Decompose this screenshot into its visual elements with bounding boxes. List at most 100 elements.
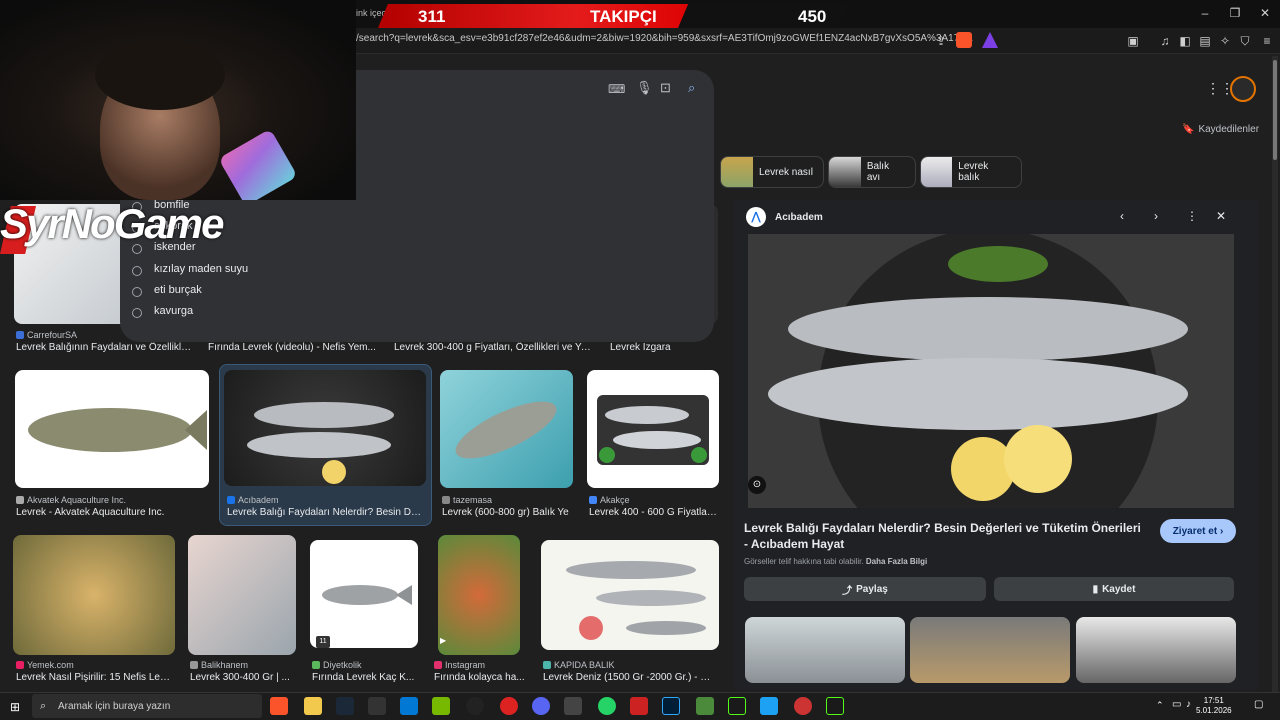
bookmark-icon: 🔖: [1182, 124, 1195, 135]
result-title[interactable]: Levrek (600-800 gr) Balık Ye: [442, 507, 572, 518]
suggestion-item[interactable]: kavurga: [154, 305, 193, 317]
result-title[interactable]: Levrek - Akvatek Aquaculture Inc.: [16, 507, 206, 518]
clock-date: 5.01.2026: [1196, 706, 1232, 715]
chip-levrek-balik[interactable]: Levrek balık: [920, 156, 1022, 188]
result-title[interactable]: Fırında kolayca ha...: [434, 672, 526, 683]
source-label: Balikhanem: [201, 660, 249, 670]
result-image[interactable]: [13, 535, 175, 655]
more-info-link[interactable]: Daha Fazla Bilgi: [866, 557, 927, 566]
result-source: Balikhanem: [190, 660, 248, 670]
source-label: Akakçe: [600, 495, 630, 505]
microphone-icon[interactable]: 🎙: [636, 80, 653, 96]
result-image[interactable]: [15, 370, 209, 488]
voice-app-icon[interactable]: [630, 697, 648, 715]
result-title[interactable]: Levrek Balığı Faydaları Nelerdir? Besin …: [227, 507, 425, 518]
avatar[interactable]: [1230, 76, 1256, 102]
app-icon[interactable]: [760, 697, 778, 715]
preview-image[interactable]: [748, 234, 1234, 508]
result-title[interactable]: Levrek 400 - 600 G Fiyatlar...: [589, 507, 717, 518]
epic-games-icon[interactable]: [368, 697, 386, 715]
nvidia-icon[interactable]: [432, 697, 450, 715]
sidebar-icon[interactable]: ◧: [1176, 32, 1194, 50]
result-title[interactable]: Levrek Izgara: [610, 342, 710, 353]
result-title[interactable]: Levrek 300-400 Gr | ...: [190, 672, 302, 683]
clock[interactable]: 17:51 5.01.2026: [1196, 696, 1232, 716]
brave-app-icon[interactable]: [270, 697, 288, 715]
suggestion-item[interactable]: kızılay maden suyu: [154, 263, 248, 275]
reader-mode-icon[interactable]: ▣: [1124, 32, 1142, 50]
result-title[interactable]: Levrek Deniz (1500 Gr -2000 Gr.) - K...: [543, 672, 713, 683]
result-image[interactable]: [438, 535, 520, 655]
result-image[interactable]: [310, 540, 418, 648]
app-icon[interactable]: [794, 697, 812, 715]
lens-search-icon[interactable]: ⊙: [748, 476, 766, 494]
obs-icon[interactable]: [466, 697, 484, 715]
result-image[interactable]: [440, 370, 573, 488]
result-image[interactable]: [541, 540, 719, 650]
related-image[interactable]: [745, 617, 905, 683]
tray-chevron-icon[interactable]: ⌃: [1156, 700, 1164, 711]
result-title[interactable]: Levrek Nasıl Pişirilir: 15 Nefis Lev...: [16, 672, 172, 683]
keyboard-icon[interactable]: ⌨: [608, 82, 625, 96]
suggestion-item[interactable]: eti burçak: [154, 284, 202, 296]
menu-icon[interactable]: ≡: [1258, 32, 1276, 50]
url-text[interactable]: /search?q=levrek&sca_esv=e3b91cf287ef2e4…: [356, 33, 973, 44]
kick-icon[interactable]: [728, 697, 746, 715]
photoshop-icon[interactable]: [662, 697, 680, 715]
kick-icon[interactable]: [826, 697, 844, 715]
result-image[interactable]: [587, 370, 719, 488]
riot-icon[interactable]: [500, 697, 518, 715]
favicon-icon: [589, 496, 597, 504]
brave-shields-icon[interactable]: [956, 32, 972, 48]
steam-icon[interactable]: [336, 697, 354, 715]
windows-start-icon[interactable]: ⊞: [10, 700, 20, 714]
related-image[interactable]: [910, 617, 1070, 683]
search-icon[interactable]: ⌕: [688, 80, 695, 96]
save-button[interactable]: ▮ Kaydet: [994, 577, 1234, 601]
panel-title[interactable]: Levrek Balığı Faydaları Nelerdir? Besin …: [744, 520, 1144, 552]
discord-icon[interactable]: [532, 697, 550, 715]
visit-button[interactable]: Ziyaret et ›: [1160, 519, 1236, 543]
vpn-icon[interactable]: ⛉: [1236, 32, 1254, 50]
source-logo-icon: ⋀: [746, 207, 766, 227]
network-icon[interactable]: ▭: [1172, 699, 1181, 710]
leo-icon[interactable]: ✧: [1216, 32, 1234, 50]
favicon-icon: [442, 496, 450, 504]
notifications-icon[interactable]: ▢: [1254, 699, 1263, 710]
file-explorer-icon[interactable]: [304, 697, 322, 715]
favicon-icon: [16, 331, 24, 339]
share-page-icon[interactable]: ⇪: [932, 32, 950, 50]
next-icon[interactable]: ›: [1154, 209, 1158, 223]
share-button[interactable]: ⤴ Paylaş: [744, 577, 986, 601]
saved-link[interactable]: 🔖 Kaydedilenler: [1182, 124, 1259, 135]
previous-icon[interactable]: ‹: [1120, 209, 1124, 223]
scrollbar-thumb[interactable]: [1273, 60, 1277, 160]
volume-icon[interactable]: ♪: [1186, 699, 1191, 710]
panel-source[interactable]: Acıbadem: [775, 212, 823, 223]
app-icon[interactable]: [564, 697, 582, 715]
close-panel-icon[interactable]: ✕: [1216, 209, 1226, 223]
related-image[interactable]: [1076, 617, 1236, 683]
chip-balik-avi[interactable]: Balık avı: [828, 156, 916, 188]
result-title[interactable]: Levrek Balığının Faydaları ve Özellikle.…: [16, 342, 192, 353]
fish-kapida-image: [566, 561, 706, 640]
store-icon[interactable]: [400, 697, 418, 715]
result-source: Diyetkolik: [312, 660, 362, 670]
result-image[interactable]: [188, 535, 296, 655]
lens-icon[interactable]: ⊡: [660, 80, 671, 96]
taskbar-search[interactable]: Aramak için buraya yazın: [32, 694, 262, 718]
result-title[interactable]: Levrek 300-400 g Fiyatları, Özellikleri …: [394, 342, 594, 353]
minecraft-icon[interactable]: [696, 697, 714, 715]
restore-icon[interactable]: ❐: [1226, 4, 1244, 22]
whatsapp-icon[interactable]: [598, 697, 616, 715]
wallet-icon[interactable]: ▤: [1196, 32, 1214, 50]
close-window-icon[interactable]: ✕: [1256, 4, 1274, 22]
media-icon[interactable]: ♫: [1156, 32, 1174, 50]
result-title[interactable]: Fırında Levrek (videolu) - Nefis Yem...: [208, 342, 376, 353]
more-options-icon[interactable]: ⋮: [1186, 209, 1198, 223]
minimize-icon[interactable]: –: [1196, 4, 1214, 22]
result-image[interactable]: [224, 370, 426, 486]
chip-label: Levrek nasıl: [759, 166, 813, 178]
result-title[interactable]: Fırında Levrek Kaç K...: [312, 672, 424, 683]
chip-levrek-nasil[interactable]: Levrek nasıl: [720, 156, 824, 188]
